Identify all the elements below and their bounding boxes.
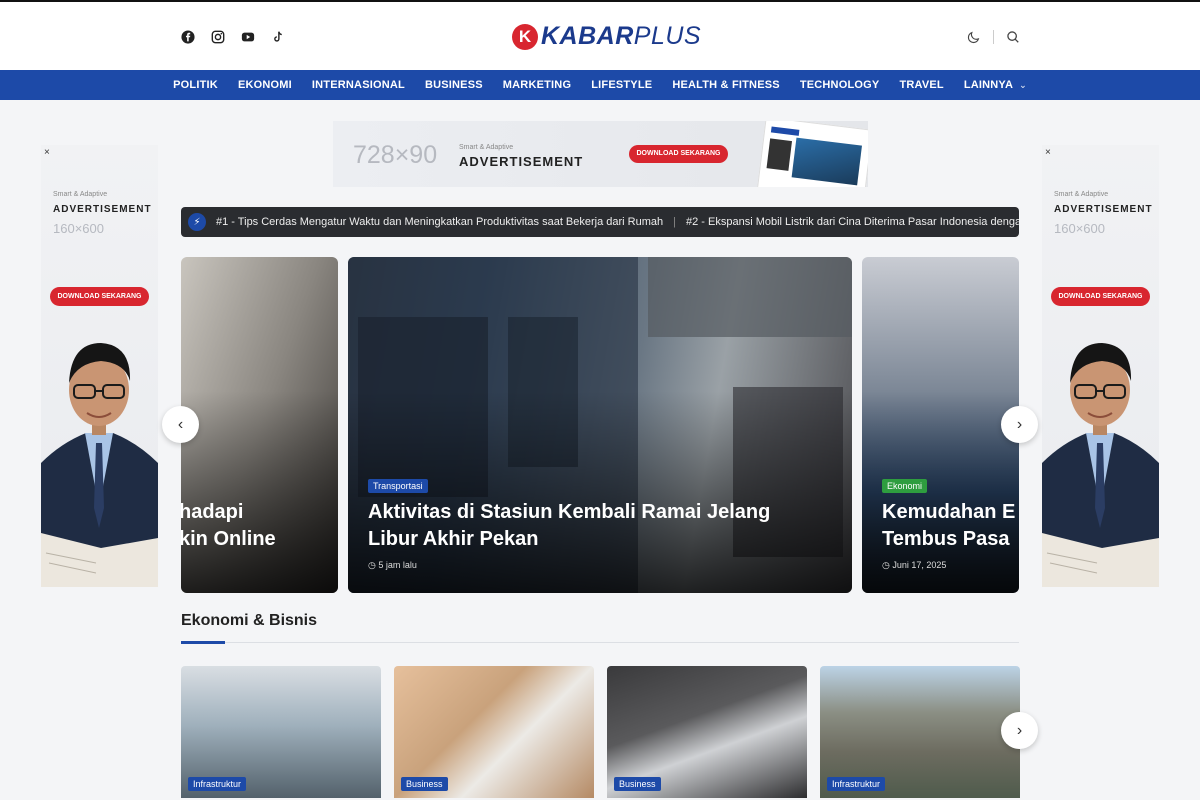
ad-kicker: Smart & Adaptive [53, 191, 108, 198]
nav-item-business[interactable]: BUSINESS [425, 79, 483, 91]
social-links [181, 30, 285, 44]
mockup-thumb [766, 138, 793, 171]
ad-person-image [41, 343, 158, 587]
logo-text-light: PLUS [633, 22, 702, 50]
mockup-image [791, 137, 862, 186]
article-card[interactable]: Business [607, 666, 807, 798]
mockup-header [770, 126, 800, 136]
section-divider [181, 642, 1019, 643]
section-accent-bar [181, 641, 225, 644]
ad-title: ADVERTISEMENT [459, 154, 584, 169]
slide-gradient [181, 391, 338, 593]
logo-mark: K [512, 23, 538, 50]
slide-title-line: Tembus Pasa [882, 528, 1010, 550]
slider-prev-button[interactable]: ‹ [162, 406, 199, 443]
ad-title: ADVERTISEMENT [53, 204, 152, 215]
card-category[interactable]: Business [614, 777, 661, 791]
nav-item-lainnya[interactable]: LAINNYA ⌄ [964, 79, 1027, 91]
ad-kicker: Smart & Adaptive [459, 144, 514, 151]
nav-item-marketing[interactable]: MARKETING [503, 79, 571, 91]
ticker-separator: | [673, 216, 677, 228]
cards-next-button[interactable]: › [1001, 712, 1038, 749]
close-icon[interactable]: × [1045, 147, 1051, 158]
logo-text: KABARPLUS [541, 22, 701, 51]
ad-download-button[interactable]: DOWNLOAD SEKARANG [629, 145, 728, 163]
search-icon[interactable] [1006, 30, 1020, 44]
ad-download-button[interactable]: DOWNLOAD SEKARANG [1051, 287, 1150, 306]
slide-title-line: Libur Akhir Pekan [368, 528, 539, 550]
site-logo[interactable]: K KABARPLUS [512, 22, 701, 51]
nav-item-lifestyle[interactable]: LIFESTYLE [591, 79, 652, 91]
ad-size-label: 728×90 [353, 141, 438, 169]
slide-title-line: Kemudahan E [882, 501, 1016, 523]
nav-item-health-fitness[interactable]: HEALTH & FITNESS [672, 79, 780, 91]
ticker-item[interactable]: #1 - Tips Cerdas Mengatur Waktu dan Meni… [216, 216, 663, 228]
slide-title: Kemudahan E Tembus Pasa [882, 499, 1015, 553]
instagram-icon[interactable] [211, 30, 225, 44]
article-card[interactable]: Infrastruktur [181, 666, 381, 798]
slide-meta: ◷ Juni 17, 2025 [882, 560, 946, 571]
ticker-item[interactable]: #2 - Ekspansi Mobil Listrik dari Cina Di… [686, 216, 1019, 228]
section-title[interactable]: Ekonomi & Bisnis [181, 612, 317, 630]
nav-item-internasional[interactable]: INTERNASIONAL [312, 79, 405, 91]
top-banner-ad[interactable]: 728×90 Smart & Adaptive ADVERTISEMENT DO… [333, 121, 868, 187]
ad-person-image [1042, 343, 1159, 587]
card-category[interactable]: Business [401, 777, 448, 791]
slide-title: hadapi kin Online [181, 499, 276, 553]
slide-time: Juni 17, 2025 [892, 560, 947, 570]
youtube-icon[interactable] [241, 30, 255, 44]
slide-category[interactable]: Ekonomi [882, 479, 928, 493]
nav-item-travel[interactable]: TRAVEL [899, 79, 943, 91]
ad-size-label: 160×600 [1054, 221, 1105, 236]
slide-title[interactable]: Aktivitas di Stasiun Kembali Ramai Jelan… [368, 499, 770, 553]
article-card[interactable]: Infrastruktur [820, 666, 1020, 798]
nav-item-technology[interactable]: TECHNOLOGY [800, 79, 880, 91]
slide-title-line: Aktivitas di Stasiun Kembali Ramai Jelan… [368, 501, 771, 523]
article-card[interactable]: Business [394, 666, 594, 798]
tiktok-icon[interactable] [271, 30, 285, 44]
logo-text-bold: KABAR [541, 22, 634, 50]
left-skyscraper-ad[interactable]: × Smart & Adaptive ADVERTISEMENT 160×600… [41, 145, 158, 587]
header-tools-divider [993, 30, 994, 44]
clock-icon: ◷ [368, 560, 379, 570]
clock-icon: ◷ [882, 560, 893, 570]
site-header: K KABARPLUS [0, 0, 1200, 70]
ad-download-button[interactable]: DOWNLOAD SEKARANG [50, 287, 149, 306]
card-category[interactable]: Infrastruktur [188, 777, 247, 791]
slide-previous[interactable]: hadapi kin Online [181, 257, 338, 593]
ad-device-mockup [757, 121, 868, 187]
nav-item-ekonomi[interactable]: EKONOMI [238, 79, 292, 91]
slide-meta: ◷ 5 jam lalu [368, 560, 417, 571]
slide-category[interactable]: Transportasi [368, 479, 428, 493]
main-nav: POLITIK EKONOMI INTERNASIONAL BUSINESS M… [0, 70, 1200, 100]
lightning-icon: ⚡ [188, 213, 206, 231]
ad-size-label: 160×600 [53, 221, 104, 236]
close-icon[interactable]: × [44, 147, 50, 158]
slide-current[interactable]: Transportasi Aktivitas di Stasiun Kembal… [348, 257, 852, 593]
nav-item-lainnya-label: LAINNYA [963, 79, 1014, 91]
ad-kicker: Smart & Adaptive [1054, 191, 1109, 198]
slide-time: 5 jam lalu [378, 560, 417, 570]
slide-next[interactable]: Ekonomi Kemudahan E Tembus Pasa ◷ Juni 17… [862, 257, 1019, 593]
right-skyscraper-ad[interactable]: × Smart & Adaptive ADVERTISEMENT 160×600… [1042, 145, 1159, 587]
ad-title: ADVERTISEMENT [1054, 204, 1153, 215]
nav-item-politik[interactable]: POLITIK [173, 79, 218, 91]
header-tools [967, 30, 1020, 44]
breaking-news-ticker: ⚡ #1 - Tips Cerdas Mengatur Waktu dan Me… [181, 207, 1019, 237]
chevron-right-icon: › [1016, 415, 1023, 433]
slide-title-line: hadapi [181, 501, 244, 523]
chevron-right-icon: › [1016, 721, 1023, 739]
slide-title-line: kin Online [181, 528, 276, 550]
facebook-icon[interactable] [181, 30, 195, 44]
moon-icon[interactable] [967, 30, 981, 44]
chevron-left-icon: ‹ [177, 415, 184, 433]
card-category[interactable]: Infrastruktur [827, 777, 886, 791]
slider-next-button[interactable]: › [1001, 406, 1038, 443]
chevron-down-icon: ⌄ [1019, 80, 1027, 90]
